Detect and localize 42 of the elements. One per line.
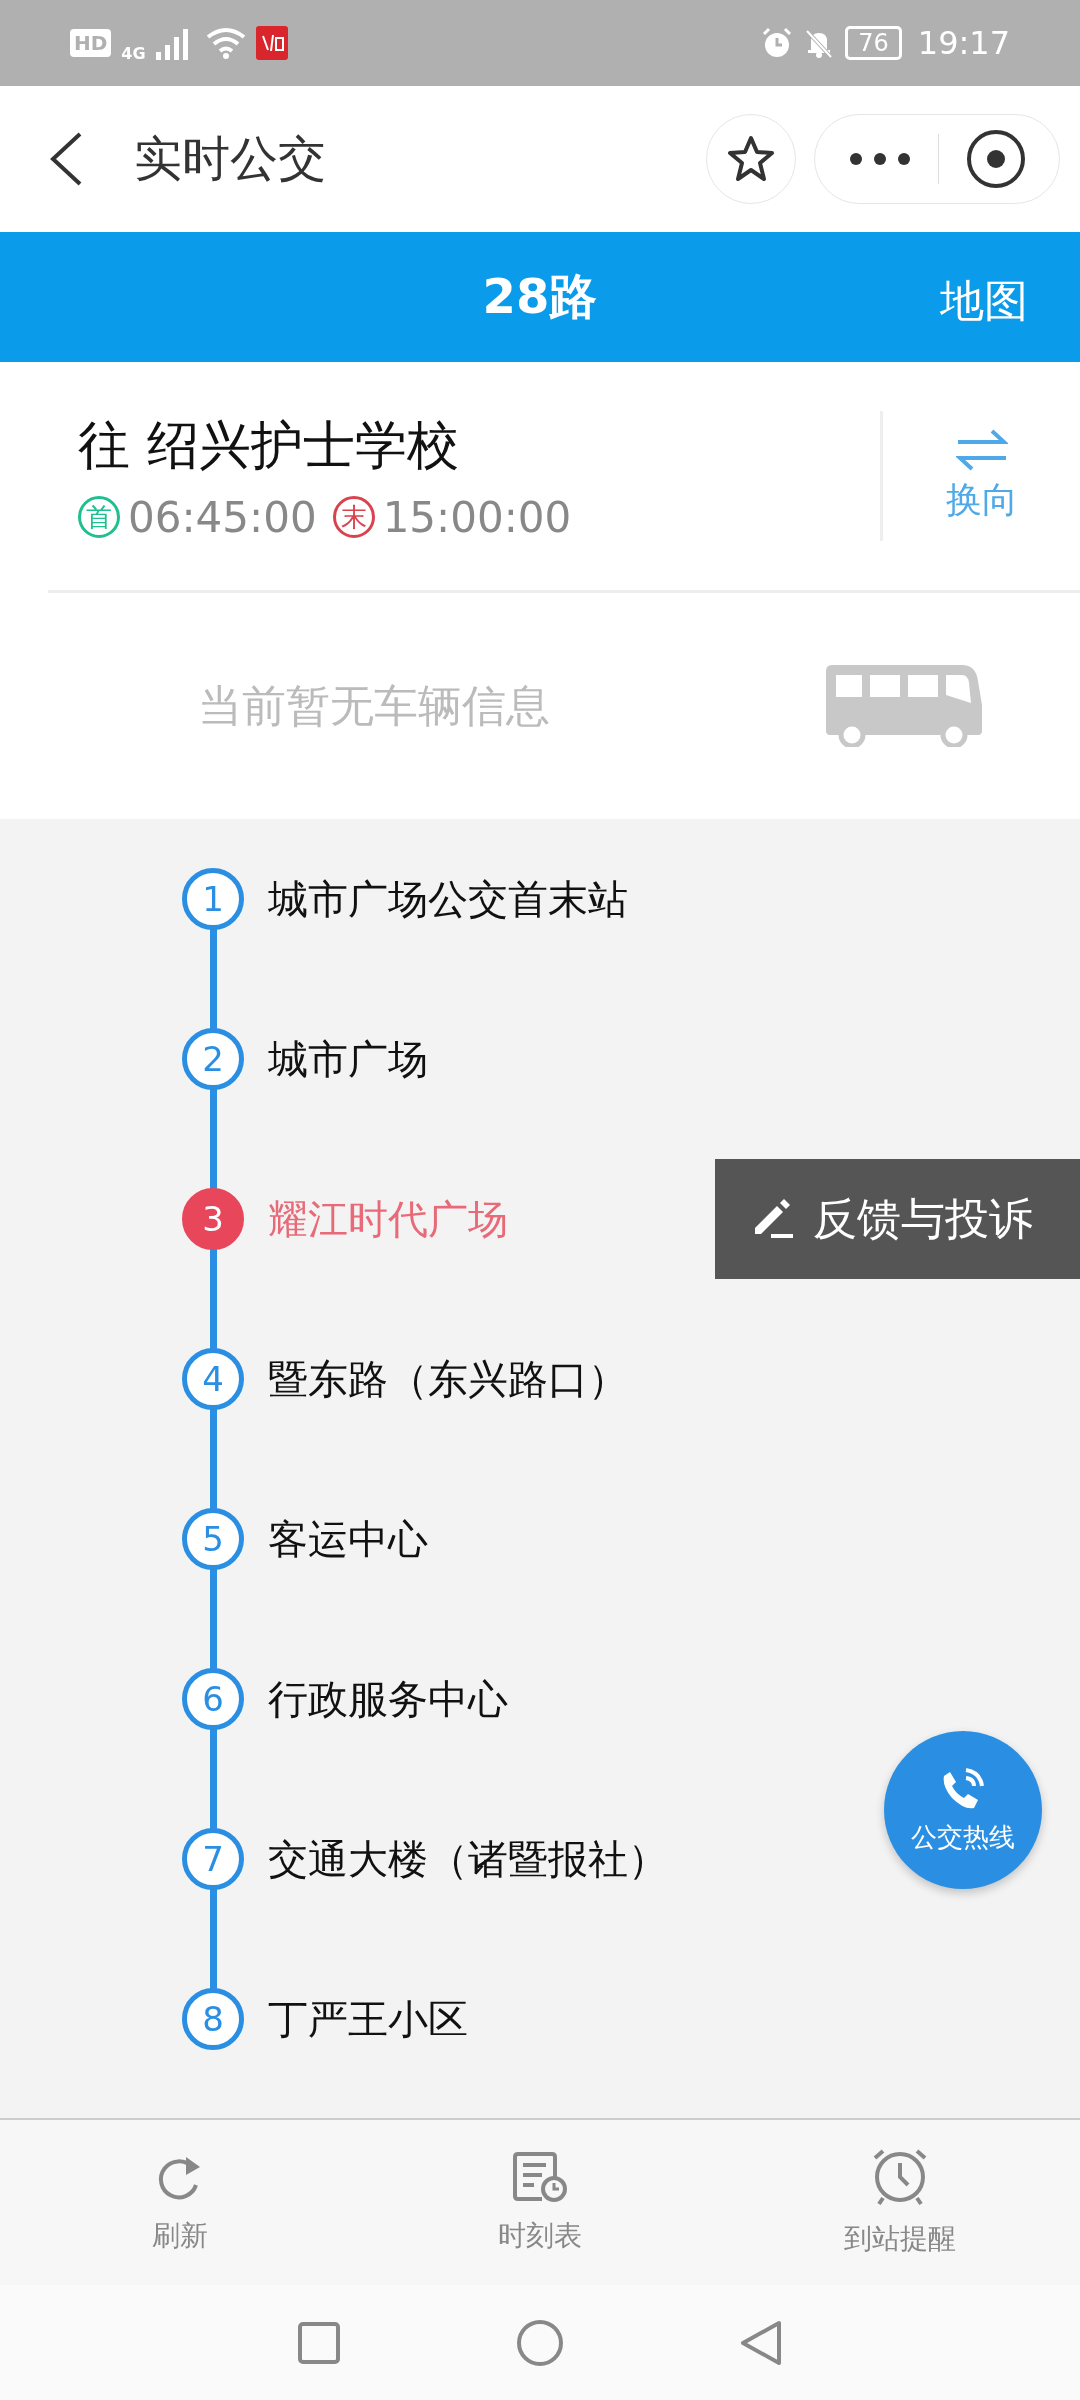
station-number: 1	[182, 868, 244, 930]
station-name[interactable]: 暨东路（东兴路口）	[268, 1351, 628, 1407]
alarm-icon	[761, 27, 794, 59]
alarm-clock-icon	[871, 2147, 929, 2206]
station-number: 5	[182, 1508, 244, 1570]
destination: 往 绍兴护士学校	[78, 413, 459, 477]
timetable-icon	[512, 2150, 568, 2203]
back-icon[interactable]	[48, 131, 84, 187]
recents-icon[interactable]	[297, 2320, 341, 2365]
bus-icon	[826, 665, 982, 747]
station-name[interactable]: 城市广场公交首末站	[268, 871, 628, 927]
page-title: 实时公交	[134, 129, 327, 188]
more-icon[interactable]	[848, 151, 913, 167]
station-number: 6	[182, 1668, 244, 1730]
station-name[interactable]: 交通大楼（诸暨报社）	[268, 1831, 668, 1887]
first-bus-badge: 首	[78, 496, 120, 538]
wifi-icon	[205, 27, 246, 59]
swap-arrows-icon	[955, 427, 1008, 472]
feedback-button[interactable]: 反馈与投诉	[715, 1159, 1080, 1279]
route-number: 28路	[482, 267, 598, 326]
clock-time: 19:17	[917, 24, 1010, 62]
station-number: 4	[182, 1348, 244, 1410]
station-name[interactable]: 行政服务中心	[268, 1671, 508, 1727]
station-number: 8	[182, 1988, 244, 2050]
no-vehicle-message: 当前暂无车辆信息	[198, 678, 551, 733]
home-icon[interactable]	[516, 2318, 564, 2367]
station-name[interactable]: 城市广场	[268, 1031, 428, 1087]
station-name[interactable]: 丁严王小区	[268, 1991, 468, 2047]
station-number: 7	[182, 1828, 244, 1890]
station-number: 2	[182, 1028, 244, 1090]
close-target-icon[interactable]	[965, 129, 1026, 189]
station-name[interactable]: 客运中心	[268, 1511, 428, 1567]
back-nav-icon[interactable]	[739, 2318, 783, 2367]
station-number: 3	[182, 1188, 244, 1250]
app-icon	[255, 26, 288, 60]
first-bus-time: 06:45:00	[128, 492, 317, 542]
star-icon	[726, 134, 776, 184]
network-label: 4G	[121, 43, 146, 63]
hd-icon: HD	[70, 29, 112, 57]
last-bus-time: 15:00:00	[382, 492, 572, 542]
last-bus-badge: 末	[332, 496, 375, 538]
battery-indicator: 76	[845, 26, 902, 60]
